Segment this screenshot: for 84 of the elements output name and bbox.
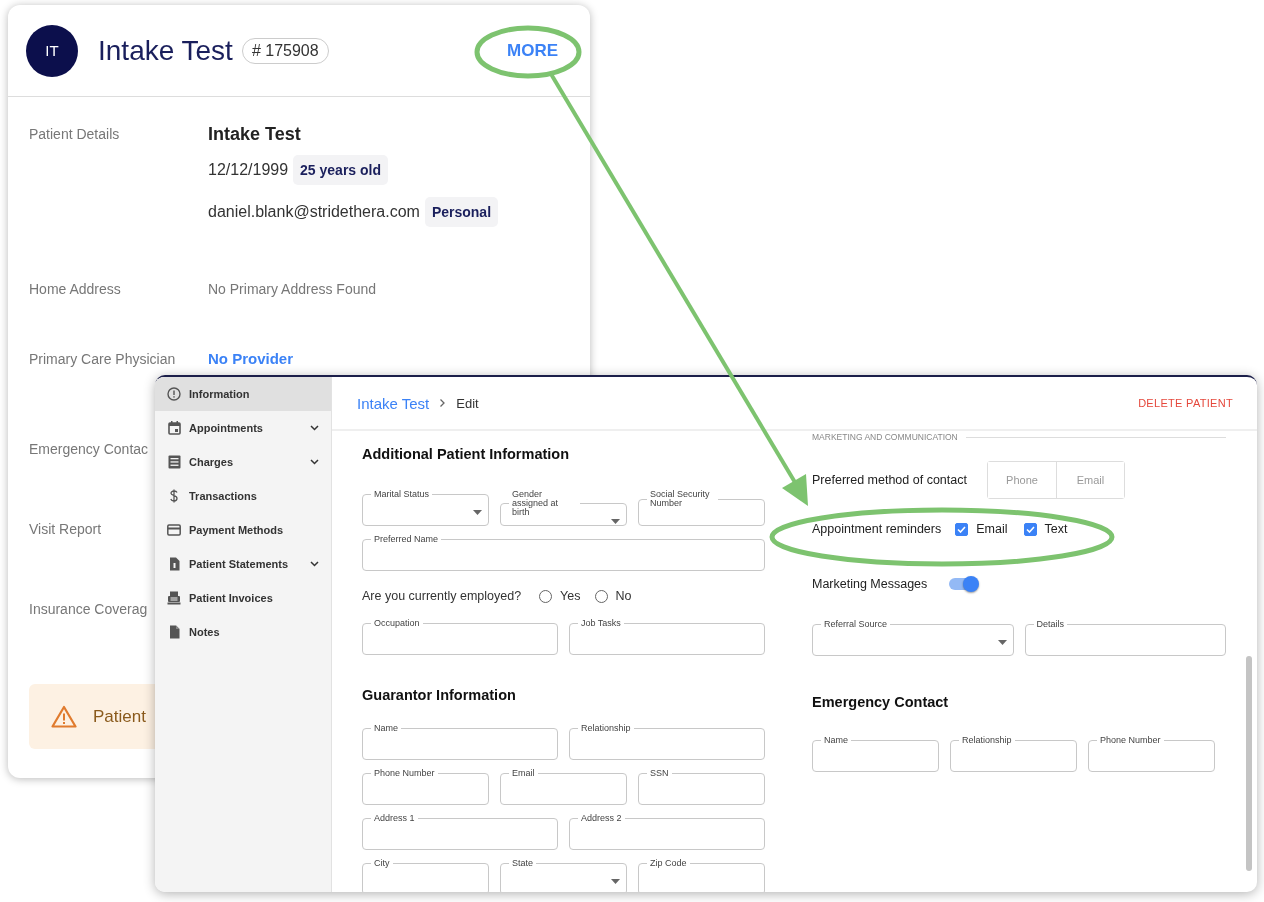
document-icon	[168, 557, 180, 571]
chevron-down-icon[interactable]	[310, 561, 319, 567]
field-label: Marketing Messages	[812, 577, 928, 591]
option-label: Email	[976, 522, 1008, 536]
sidebar-item[interactable]: Payment Methods	[155, 513, 331, 547]
input-field[interactable]: Email	[500, 769, 627, 805]
field-label: Emergency Contac	[29, 440, 149, 458]
scrollbar-thumb[interactable]	[1246, 656, 1252, 871]
caret-icon	[997, 639, 1007, 645]
avatar: IT	[26, 24, 78, 77]
patient-name: Intake Test	[98, 34, 233, 67]
detail-text: daniel.blank@stridethera.com	[208, 203, 420, 221]
checkbox[interactable]	[955, 522, 969, 536]
field-label: Primary Care Physician	[29, 350, 176, 368]
check-icon	[957, 525, 967, 533]
note-icon	[168, 625, 180, 639]
field-label: Preferred method of contact	[812, 473, 968, 487]
toggle-switch[interactable]	[949, 578, 978, 590]
info-icon	[167, 387, 181, 401]
field-value: No Primary Address Found	[208, 281, 377, 297]
input-field[interactable]: Social Security Number	[638, 490, 765, 526]
input-field[interactable]: Occupation	[362, 619, 558, 655]
select-field[interactable]: State	[500, 859, 627, 892]
printer-icon	[167, 591, 181, 605]
calendar-icon	[167, 421, 181, 435]
section-heading: Emergency Contact	[812, 693, 950, 711]
select-field[interactable]: Referral Source	[812, 620, 1014, 656]
input-field[interactable]: Details	[1024, 620, 1226, 656]
dollar-icon	[169, 489, 179, 503]
patient-name: Intake Test	[208, 125, 302, 143]
chevron-right-icon	[439, 398, 447, 408]
checkbox[interactable]	[1023, 522, 1037, 536]
section-heading: Guarantor Information	[362, 686, 517, 704]
list-icon	[167, 455, 181, 469]
breadcrumb-link[interactable]: Intake Test	[357, 394, 430, 412]
section-label: MARKETING AND COMMUNICATION	[812, 432, 958, 442]
input-field[interactable]: Address 1	[362, 814, 558, 850]
input-field[interactable]: Phone Number	[1088, 736, 1215, 772]
sidebar-item[interactable]: Patient Invoices	[155, 581, 331, 615]
credit-card-icon	[167, 524, 181, 536]
field-label: Visit Report	[29, 520, 102, 538]
tag: Personal	[424, 197, 499, 227]
input-field[interactable]: Preferred Name	[362, 535, 765, 571]
caret-icon	[473, 509, 482, 515]
sidebar-item[interactable]: Notes	[155, 615, 331, 649]
chevron-down-icon[interactable]	[310, 459, 319, 465]
caret-icon	[611, 518, 620, 524]
select-field[interactable]: Gender assigned at birth	[500, 490, 627, 526]
input-field[interactable]: Relationship	[569, 724, 765, 760]
input-field[interactable]: Name	[812, 736, 939, 772]
option-label: No	[615, 589, 632, 603]
input-field[interactable]: Address 2	[569, 814, 765, 850]
input-field[interactable]: Phone Number	[362, 769, 489, 805]
alert-text: Patient	[93, 706, 146, 727]
input-field[interactable]: Zip Code	[638, 859, 765, 892]
sidebar-item[interactable]: Appointments	[155, 411, 331, 445]
field-label: Patient Details	[29, 125, 120, 143]
breadcrumb-current: Edit	[456, 395, 479, 411]
field-label: Insurance Coverag	[29, 600, 148, 618]
question-label: Are you currently employed?	[362, 589, 522, 603]
input-field[interactable]: SSN	[638, 769, 765, 805]
sidebar-item[interactable]: Information	[155, 377, 331, 411]
warning-icon	[51, 705, 77, 728]
section-heading: Additional Patient Information	[362, 445, 571, 463]
more-button[interactable]: MORE	[497, 34, 568, 67]
sidebar-item[interactable]: Patient Statements	[155, 547, 331, 581]
tag: 25 years old	[293, 155, 388, 185]
caret-icon	[611, 878, 620, 884]
provider-link[interactable]: No Provider	[208, 350, 294, 367]
input-field[interactable]: Job Tasks	[569, 619, 765, 655]
delete-button[interactable]: DELETE PATIENT	[1134, 393, 1237, 413]
sidebar-item[interactable]: Transactions	[155, 479, 331, 513]
option-label: Text	[1044, 522, 1068, 536]
field-label: Appointment reminders	[812, 522, 942, 536]
input-field[interactable]: City	[362, 859, 489, 892]
field-label: Home Address	[29, 280, 121, 298]
select-field[interactable]: Marital Status	[362, 490, 489, 526]
input-field[interactable]: Relationship	[950, 736, 1077, 772]
detail-text: 12/12/1999	[208, 161, 289, 179]
check-icon	[1025, 525, 1035, 533]
option-label: Yes	[560, 589, 581, 603]
chevron-down-icon[interactable]	[310, 425, 319, 431]
sidebar-item[interactable]: Charges	[155, 445, 331, 479]
input-field[interactable]: Name	[362, 724, 558, 760]
